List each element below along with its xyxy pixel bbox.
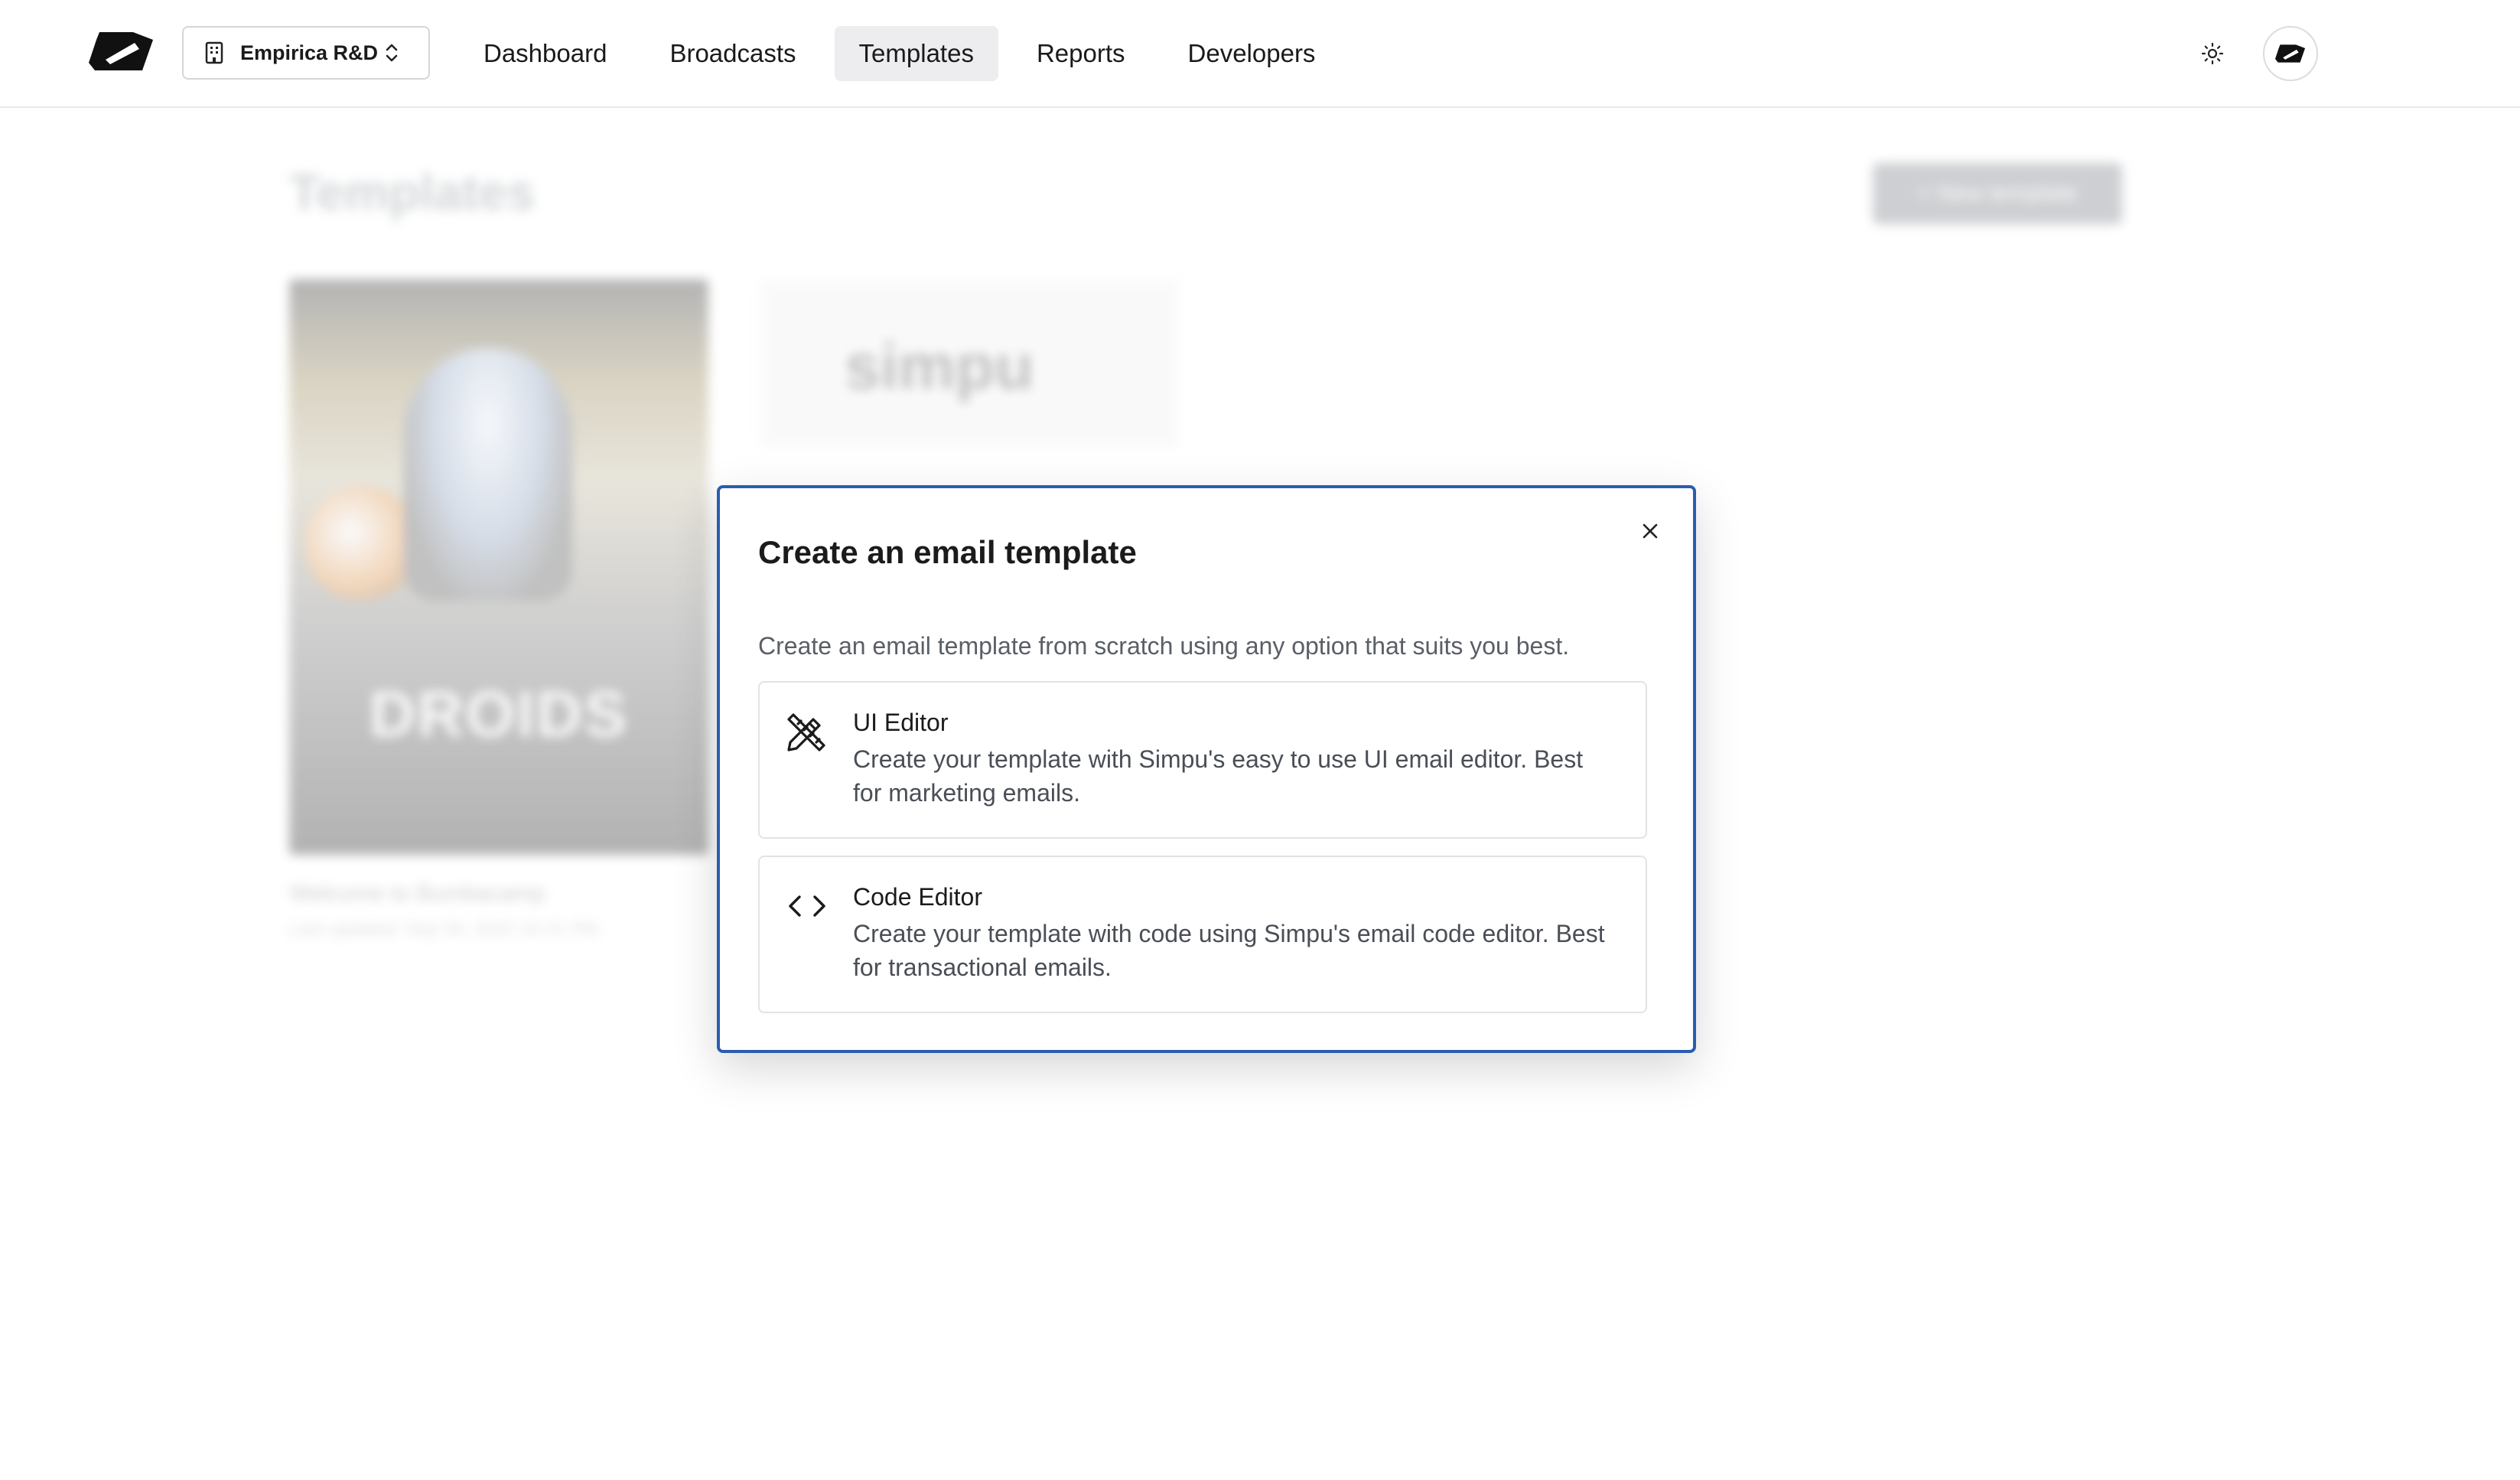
close-button[interactable] [1635,516,1665,546]
design-pencil-ruler-icon [787,713,825,751]
organization-switcher[interactable]: Empirica R&D [182,26,430,80]
thumbnail-droid-ball [304,486,419,601]
main-nav: Dashboard Broadcasts Templates Reports D… [459,26,1340,81]
close-icon [1643,523,1658,539]
template-card-meta: Last updated: Sep 30, 2022 10:21 PM [289,919,599,940]
theme-toggle-button[interactable] [2190,35,2235,72]
logo-icon[interactable] [89,29,155,73]
thumbnail-brand: simpu [845,331,1034,403]
building-icon [205,41,223,64]
avatar-logo-icon [2275,44,2306,63]
top-navigation-bar: Empirica R&D Dashboard Broadcasts Templa… [0,0,2520,108]
user-avatar[interactable] [2263,26,2318,81]
create-email-template-dialog: Create an email template Create an email… [717,485,1696,1053]
thumbnail-text: DROIDS [369,678,629,750]
sun-icon [2201,42,2224,65]
template-card-thumbnail: DROIDS [289,279,708,855]
dialog-title: Create an email template [758,534,1137,570]
ui-editor-title: UI Editor [853,709,949,736]
ui-editor-option[interactable]: UI Editor Create your template with Simp… [758,681,1647,839]
page: Empirica R&D Dashboard Broadcasts Templa… [0,0,2520,1480]
thumbnail-droid [404,348,572,601]
template-card-thumbnail-2: simpu [760,279,1180,448]
code-editor-option[interactable]: Code Editor Create your template with co… [758,856,1647,1013]
nav-tab-broadcasts[interactable]: Broadcasts [645,26,820,81]
nav-tab-dashboard[interactable]: Dashboard [459,26,631,81]
code-brackets-icon [789,895,825,917]
new-template-button: + New template [1873,163,2122,224]
code-editor-description: Create your template with code using Sim… [853,920,1605,981]
chevron-up-down-icon [386,44,398,62]
page-title: Templates [289,164,536,220]
nav-tab-templates[interactable]: Templates [834,26,998,81]
dialog-description: Create an email template from scratch us… [758,632,1570,660]
nav-tab-reports[interactable]: Reports [1012,26,1150,81]
nav-tab-developers[interactable]: Developers [1164,26,1340,81]
code-editor-title: Code Editor [853,883,982,911]
template-card-title: Welcome to Bumbacamp [289,881,545,906]
ui-editor-description: Create your template with Simpu's easy t… [853,745,1584,807]
organization-name: Empirica R&D [240,41,379,64]
